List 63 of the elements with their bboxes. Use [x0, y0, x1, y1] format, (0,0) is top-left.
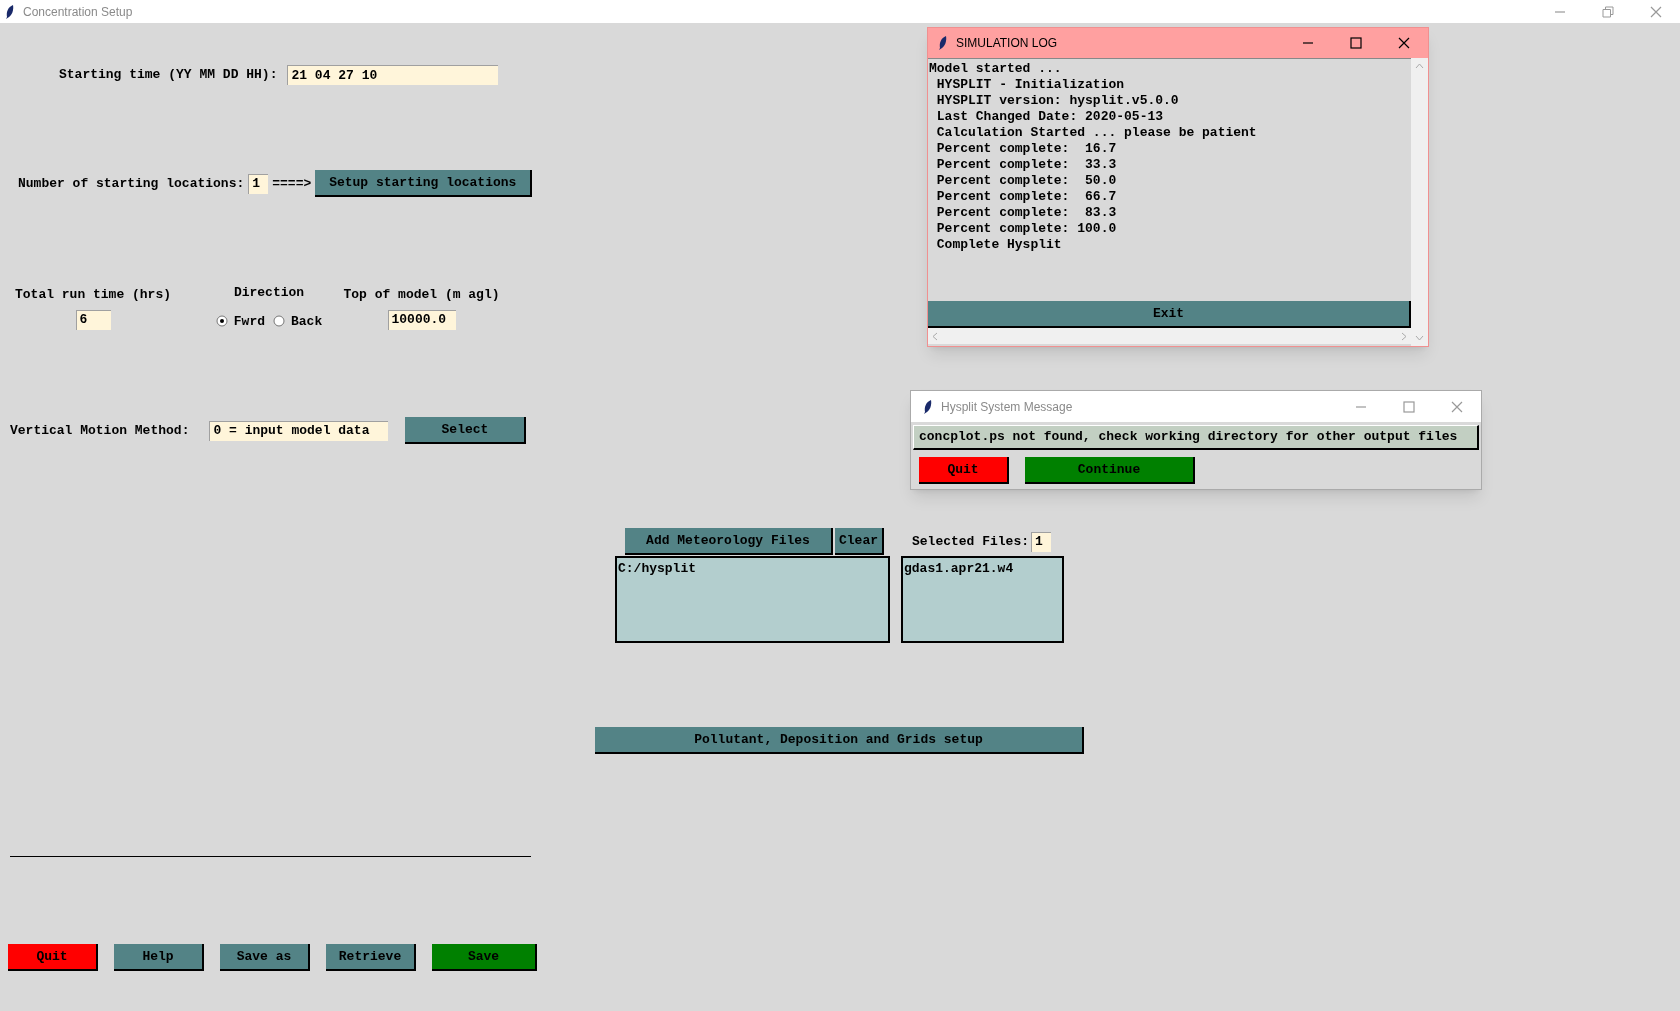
maximize-icon[interactable]: [1350, 37, 1362, 49]
dialog-button[interactable]: Continue: [1025, 457, 1195, 484]
file-list[interactable]: gdas1.apr21.w4: [901, 556, 1064, 643]
log-line: Percent complete: 33.3: [935, 157, 1118, 173]
add-files-button[interactable]: Add Meteorology Files: [625, 528, 833, 555]
radio-button[interactable]: [215, 315, 228, 328]
scroll-left-icon[interactable]: [932, 331, 938, 341]
select-button[interactable]: Select: [405, 417, 527, 444]
action-button[interactable]: Retrieve: [326, 944, 416, 971]
feather-icon: [5, 3, 15, 20]
field-label: Total run time (hrs): [15, 286, 171, 304]
log-line: Percent complete: 100.0: [935, 221, 1118, 237]
scroll-right-icon[interactable]: [1401, 331, 1407, 341]
model-top-input[interactable]: 10000.0: [387, 309, 456, 330]
scroll-up-icon[interactable]: [1415, 63, 1424, 69]
grids-setup-button[interactable]: Pollutant, Deposition and Grids setup: [595, 727, 1084, 754]
log-line: Complete Hysplit: [935, 237, 1063, 253]
scroll-down-icon[interactable]: [1415, 335, 1424, 341]
field-label: Selected Files:: [912, 532, 1030, 551]
radio-button[interactable]: [273, 315, 285, 328]
clear-button[interactable]: Clear: [835, 528, 884, 555]
vertical-scrollbar[interactable]: [1411, 58, 1428, 346]
action-button[interactable]: Save: [432, 944, 537, 971]
feather-icon: [923, 398, 933, 415]
field-label: Top of model (m agl): [343, 286, 500, 304]
close-icon[interactable]: [1398, 37, 1410, 49]
log-line: Percent complete: 50.0: [935, 173, 1118, 189]
log-line: Calculation Started ... please be patient: [935, 125, 1258, 141]
count-input[interactable]: 1: [248, 173, 269, 194]
directory-list[interactable]: C:/hysplit: [615, 556, 890, 643]
field-label: Starting time (YY MM DD HH):: [59, 66, 278, 85]
exit-button[interactable]: Exit: [928, 301, 1411, 328]
window-title: Concentration Setup: [23, 3, 133, 21]
window-title: Hysplit System Message: [941, 398, 1073, 416]
restore-icon[interactable]: [1602, 5, 1614, 18]
log-line: Percent complete: 83.3: [935, 205, 1118, 221]
message-text: concplot.ps not found, check working directory for other output files: [913, 425, 1479, 450]
action-button[interactable]: Help: [114, 944, 204, 971]
list-item[interactable]: C:/hysplit: [618, 559, 887, 579]
log-line: Model started ...: [929, 61, 1063, 77]
action-button[interactable]: Save as: [220, 944, 310, 971]
field-label: Direction: [233, 284, 305, 302]
log-line: Last Changed Date: 2020-05-13: [935, 109, 1165, 125]
horizontal-scrollbar[interactable]: [928, 328, 1411, 344]
list-item[interactable]: gdas1.apr21.w4: [904, 559, 1061, 579]
setup-locations-button[interactable]: Setup starting locations: [315, 170, 533, 197]
radio-label: Fwrd: [233, 312, 265, 331]
run-time-input[interactable]: 6: [75, 309, 111, 330]
field-label: Vertical Motion Method:: [10, 421, 190, 440]
log-line: HYSPLIT - Initialization: [935, 77, 1126, 93]
field-label: Number of starting locations:: [18, 174, 245, 193]
method-input[interactable]: 0 = input model data: [209, 420, 389, 441]
log-line: Percent complete: 66.7: [935, 189, 1118, 205]
time-input[interactable]: 21 04 27 10: [287, 65, 499, 85]
arrow-text: ====>: [272, 174, 312, 193]
log-line: HYSPLIT version: hysplit.v5.0.0: [935, 93, 1180, 109]
dialog-button[interactable]: Quit: [919, 457, 1009, 484]
log-line: Percent complete: 16.7: [935, 141, 1118, 157]
radio-label: Back: [291, 312, 323, 331]
feather-icon: [938, 35, 948, 51]
selected-count-field[interactable]: 1: [1031, 531, 1052, 552]
action-button[interactable]: Quit: [8, 944, 98, 971]
window-title: SIMULATION LOG: [956, 35, 1058, 52]
